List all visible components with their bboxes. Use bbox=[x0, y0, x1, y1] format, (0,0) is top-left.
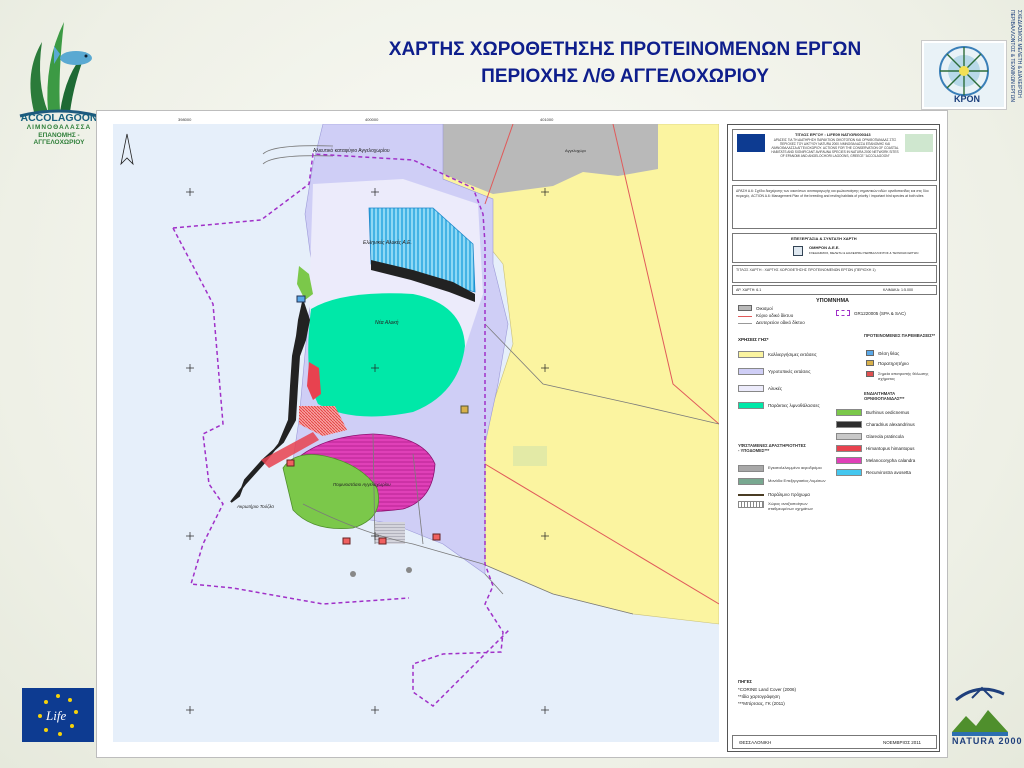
cropland-patch bbox=[513, 446, 547, 466]
existing-swatch-1 bbox=[738, 465, 764, 472]
footer-box: ΘΕΣΣΑΛΟΝΙΚΗ ΝΟΕΜΒΡΙΟΣ 2011 bbox=[732, 735, 937, 749]
proposed-swatch-3 bbox=[866, 371, 874, 377]
made-by-company: ΟΜΗΡΟΝ Α.Ε.Ε. bbox=[809, 245, 840, 250]
project-info-box: ΤΙΤΛΟΣ ΕΡΓΟΥ : LIFE09 NAT/GR/000343 ΔΡΑΣ… bbox=[732, 129, 937, 181]
map-scale: ΚΛΙΜΑΚΑ: 1:5.000 bbox=[883, 288, 913, 292]
habitat-label-1: Burhinus oedicnemus bbox=[866, 410, 910, 415]
source-2: **Ιδία χαρτογράφηση bbox=[738, 694, 780, 699]
accolagoon-name: ACCOLAGOON bbox=[20, 112, 98, 124]
footer-city: ΘΕΣΣΑΛΟΝΙΚΗ bbox=[739, 740, 772, 745]
land-use-label-2: Υγροτοπικές εκτάσεις bbox=[768, 369, 811, 374]
footer-date: ΝΟΕΜΒΡΙΟΣ 2011 bbox=[883, 740, 921, 745]
kpon-label: KPON bbox=[954, 94, 981, 104]
habitat-swatch-1 bbox=[836, 409, 862, 416]
land-use-label-3: Αλυκές bbox=[768, 386, 783, 391]
accolagoon-subtitle-2: ΕΠΑΝΟΜΗΣ - ΑΓΓΕΛΟΧΩΡΙΟΥ bbox=[33, 132, 85, 146]
life-text: Life bbox=[45, 708, 66, 723]
made-by-title: ΕΠΕΞΕΡΓΑΣΙΑ & ΣΥΝΤΑΞΗ ΧΑΡΤΗ bbox=[791, 236, 857, 241]
map-legend-panel: ΤΙΤΛΟΣ ΕΡΓΟΥ : LIFE09 NAT/GR/000343 ΔΡΑΣ… bbox=[727, 124, 940, 752]
map-title-box: ΤΙΤΛΟΣ ΧΑΡΤΗ : ΧΑΡΤΗΣ ΧΩΡΟΘΕΤΗΣΗΣ ΠΡΟΤΕΙ… bbox=[732, 265, 937, 283]
land-use-swatch-1 bbox=[738, 351, 764, 358]
land-use-swatch-2 bbox=[738, 368, 764, 375]
existing-label-4: Χώρος αναξιοποίητων σταθμευμένων οχημάτω… bbox=[768, 501, 813, 511]
land-use-heading: ΧΡΗΣΕΙΣ ΓΗΣ* bbox=[738, 337, 769, 342]
source-1: *CORINE Land Cover (2006) bbox=[738, 687, 797, 692]
eu-flag-icon bbox=[737, 134, 765, 152]
omiron-small-icon bbox=[793, 246, 803, 256]
map-number: ΑΡ. ΧΑΡΤΗ: 6.1 bbox=[736, 288, 762, 292]
legend-swatch-natura bbox=[836, 310, 850, 316]
source-3: ***Μπίρτσας, ΓΚ (2011) bbox=[738, 701, 785, 706]
existing-swatch-4 bbox=[738, 501, 764, 508]
action-box: ΔΡΑΣΗ Α.6: Σχέδιο διαχείρισης των οικοτό… bbox=[732, 185, 937, 229]
legend-label-secondary-road: Δευτερεύον οδικό δίκτυο bbox=[756, 320, 805, 325]
legend-label-settlements: Οικισμοί bbox=[756, 306, 773, 311]
proposed-swatch-2 bbox=[866, 360, 874, 366]
existing-swatch-2 bbox=[738, 478, 764, 485]
label-new-salina: Νέα Αλυκή bbox=[375, 319, 399, 326]
land-use-swatch-3 bbox=[738, 385, 764, 392]
project-title: ΤΙΤΛΟΣ ΕΡΓΟΥ : LIFE09 NAT/GR/000343 bbox=[795, 132, 871, 137]
existing-label-3: Παράλιμνο πρόχωμα bbox=[768, 492, 810, 497]
habitat-label-6: Recurvirostra avosetta bbox=[866, 470, 912, 475]
proposed-heading: ΠΡΟΤΕΙΝΟΜΕΝΕΣ ΠΑΡΕΜΒΑΣΕΙΣ** bbox=[864, 333, 936, 338]
habitat-label-2: Charadrius alexandrinus bbox=[866, 422, 915, 427]
label-salt-company: Ελληνικές Αλυκές Α.Ε. bbox=[363, 239, 412, 246]
label-cape: Ακρωτήριο Τούζλα bbox=[236, 503, 274, 510]
natura-2000-text: NATURA 2000 bbox=[952, 736, 1023, 746]
legend-line-main-road bbox=[738, 316, 752, 317]
life-eu-logo: Life bbox=[22, 688, 94, 742]
map-canvas: Αλιευτικό καταφύγιο Αγγελοχωρίου Ελληνικ… bbox=[113, 124, 719, 742]
slide-title-line-1: ΧΑΡΤΗΣ ΧΩΡΟΘΕΤΗΣΗΣ ΠΡΟΤΕΙΝΟΜΕΝΩΝ ΕΡΓΩΝ bbox=[388, 39, 862, 60]
slide-title: ΧΑΡΤΗΣ ΧΩΡΟΘΕΤΗΣΗΣ ΠΡΟΤΕΙΝΟΜΕΝΩΝ ΕΡΓΩΝ Π… bbox=[300, 36, 950, 90]
land-use-swatch-4 bbox=[738, 402, 764, 409]
natura-small-icon bbox=[905, 134, 933, 152]
legend-label-site-code: GR1220005 (SPA & SAC) bbox=[854, 311, 906, 316]
proposed-swatch-1 bbox=[866, 350, 874, 356]
existing-label-1: Εγκαταλελειμμένο αεροδρόμιο bbox=[768, 465, 822, 470]
made-by-description: ΣΧΕΔΙΑΣΜΟΣ, ΜΕΛΕΤΗ & ΔΙΑΧΕΙΡΙΣΗ ΠΕΡΙΒΑΛΛ… bbox=[809, 251, 919, 255]
grid-tick-top-1: 398000 bbox=[178, 117, 192, 122]
label-village: Αγγελοχώρι bbox=[565, 148, 586, 153]
land-use-label-4: Παράκτιες λιμνοθάλασσες bbox=[768, 403, 820, 408]
grid-tick-top-2: 400000 bbox=[365, 117, 379, 122]
land-use-label-1: Καλλιεργήσιμες εκτάσεις bbox=[768, 352, 817, 357]
legend-label-main-road: Κύριο οδικό δίκτυο bbox=[756, 313, 794, 318]
habitat-label-3: Glareola pratincola bbox=[866, 434, 904, 439]
existing-heading: ΥΦΙΣΤΑΜΕΝΕΣ ΔΡΑΣΤΗΡΙΟΤΗΤΕΣ - ΥΠΟΔΟΜΕΣ*** bbox=[738, 443, 806, 453]
made-by-box: ΕΠΕΞΕΡΓΑΣΙΑ & ΣΥΝΤΑΞΗ ΧΑΡΤΗ ΟΜΗΡΟΝ Α.Ε.Ε… bbox=[732, 233, 937, 263]
map-number-box: ΑΡ. ΧΑΡΤΗ: 6.1 ΚΛΙΜΑΚΑ: 1:5.000 bbox=[732, 285, 937, 295]
accolagoon-logo bbox=[19, 22, 99, 118]
existing-line-3 bbox=[738, 494, 764, 496]
slide-title-line-2: ΠΕΡΙΟΧΗΣ Λ/Θ ΑΓΓΕΛΟΧΩΡΙΟΥ bbox=[481, 66, 769, 87]
habitat-swatch-6 bbox=[836, 469, 862, 476]
label-fishery: Αλιευτικό καταφύγιο Αγγελοχωρίου bbox=[313, 147, 390, 154]
accolagoon-subtitle: ΛΙΜΝΟΘΑΛΑΣΣΑ bbox=[26, 124, 92, 131]
habitat-swatch-2 bbox=[836, 421, 862, 428]
habitat-swatch-5 bbox=[836, 457, 862, 464]
legend-heading: ΥΠΟΜΝΗΜΑ bbox=[816, 298, 849, 304]
proposed-label-2: Παρατηρητήριο bbox=[878, 361, 909, 366]
proposed-label-3: Σημεία αποτροπής θόλωσης σχήματος bbox=[878, 371, 929, 381]
grid-tick-top-3: 401000 bbox=[540, 117, 554, 122]
habitat-swatch-3 bbox=[836, 433, 862, 440]
legend-swatch-settlements bbox=[738, 305, 752, 311]
habitat-label-4: Himantopus himantopus bbox=[866, 446, 915, 451]
existing-label-2: Μονάδα Επεξεργασίας Λυμάτων bbox=[768, 478, 826, 483]
habitats-heading: ΕΝΔΙΑΙΤΗΜΑΤΑ ΟΡΝΙΘΟΠΑΝΙΔΑΣ*** bbox=[864, 391, 905, 401]
sources-heading: ΠΗΓΕΣ bbox=[738, 679, 752, 684]
omiron-vertical-text: ΣΧΕΔΙΑΣΜΟΣ ΜΕΛΕΤΗ & ΔΙΑΧΕΙΡΙΣΗ ΠΕΡΙΒΑΛΛΟ… bbox=[1009, 10, 1022, 102]
project-description: ΔΡΑΣΕΙΣ ΓΙΑ ΤΗ ΔΙΑΤΗΡΗΣΗ ΠΑΡΑΚΤΙΩΝ ΟΙΚΟΤ… bbox=[771, 138, 899, 158]
proposed-label-1: Θέση θέας bbox=[878, 351, 900, 356]
legend-line-secondary-road bbox=[738, 323, 752, 324]
map-title: ΤΙΤΛΟΣ ΧΑΡΤΗ : ΧΑΡΤΗΣ ΧΩΡΟΘΕΤΗΣΗΣ ΠΡΟΤΕΙ… bbox=[736, 268, 876, 272]
habitat-label-5: Melanocorypha calandra bbox=[866, 458, 916, 463]
habitat-swatch-4 bbox=[836, 445, 862, 452]
label-lagoon: Ποιμνιοστάσιο Αγγελοχωρίου bbox=[333, 482, 391, 487]
action-description: ΔΡΑΣΗ Α.6: Σχέδιο διαχείρισης των οικοτό… bbox=[736, 189, 929, 198]
